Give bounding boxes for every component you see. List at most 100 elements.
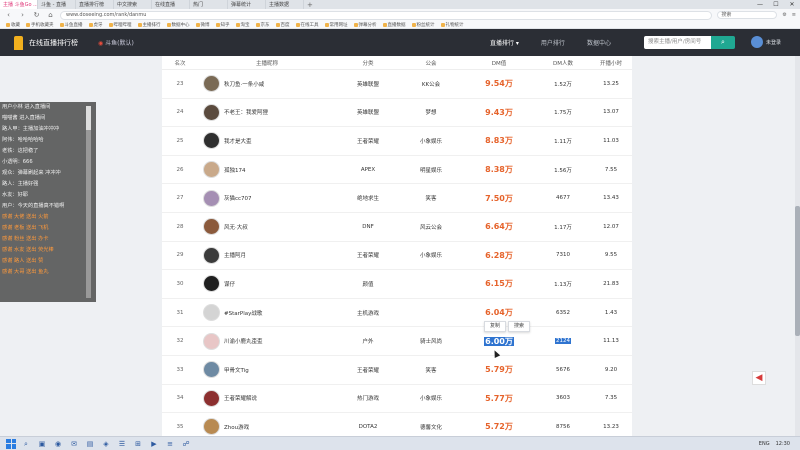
guild-cell[interactable]: 德馨文化 [400,423,462,431]
bookmark-item[interactable]: 虎牙 [88,22,103,28]
bookmark-item[interactable]: 粉丝统计 [411,22,435,28]
search-button[interactable]: ⌕ [711,36,735,49]
guild-cell[interactable]: 骑士风尚 [400,337,462,345]
anchor-cell[interactable]: 不老王：我爱阿狸 [198,103,336,121]
table-row[interactable]: 34 王者荣耀解说 热门游戏 小象娱乐 5.77万 3603 7.35 [162,385,632,414]
bookmark-item[interactable]: 手机收藏夹 [26,22,54,28]
table-row[interactable]: 29 主播阿月 王者荣耀 小象娱乐 6.28万 7310 9.55 [162,242,632,271]
location-selector[interactable]: ◉ 斗鱼(默认) [98,38,134,47]
anchor-name[interactable]: 川渝小鹿丸歪歪 [224,337,263,345]
guild-cell[interactable]: 风云公会 [400,223,462,231]
taskbar-app-icon[interactable]: ⌕ [20,438,32,450]
floating-app-icon[interactable]: ◀ [752,371,766,385]
bookmark-item[interactable]: 数据中心 [166,22,190,28]
guild-cell[interactable]: 笑客 [400,194,462,202]
bookmark-item[interactable]: 京东 [255,22,270,28]
site-title[interactable]: 在线直播排行榜 [29,38,78,48]
anchor-name[interactable]: 灰猫cc707 [224,194,252,202]
avatar[interactable] [203,132,220,150]
nav-live-rank[interactable]: 直播排行 ▾ [490,38,519,47]
anchor-cell[interactable]: #StarPlay战歌 [198,304,336,322]
browser-tab[interactable]: 在线直播 [152,0,190,9]
site-search-input[interactable]: 搜索主播/用户/房间号 [644,36,711,49]
avatar[interactable] [203,275,220,293]
anchor-cell[interactable]: 我才是大歪 [198,132,336,150]
header-dm-users[interactable]: DM人数 [536,59,590,67]
new-tab-button[interactable]: + [304,0,314,9]
taskbar-app-icon[interactable]: ▣ [36,438,48,450]
table-row[interactable]: 25 我才是大歪 王者荣耀 小象娱乐 8.83万 1.11万 11.03 [162,127,632,156]
close-button[interactable]: ✕ [784,0,800,9]
taskbar-app-icon[interactable]: ☰ [116,438,128,450]
avatar[interactable] [203,161,220,179]
category-cell[interactable]: DNF [336,224,400,230]
table-row[interactable]: 26 孤独174 APEX 明星娱乐 8.38万 1.56万 7.55 [162,156,632,185]
anchor-cell[interactable]: 王者荣耀解说 [198,389,336,407]
context-search[interactable]: 搜索 [508,321,531,332]
avatar[interactable] [203,103,220,121]
bookmark-item[interactable]: 弹幕分析 [353,22,377,28]
anchor-name[interactable]: 风无·大叔 [224,223,248,231]
category-cell[interactable]: 英雄联盟 [336,108,400,116]
taskbar-app-icon[interactable]: ☍ [180,438,192,450]
anchor-name[interactable]: 秋刀鱼·一条小咸 [224,80,264,88]
guild-cell[interactable]: 明星娱乐 [400,166,462,174]
avatar[interactable] [203,75,220,93]
nav-user-rank[interactable]: 用户排行 [541,38,565,47]
context-copy[interactable]: 复制 [484,321,507,332]
avatar[interactable] [203,332,220,350]
category-cell[interactable]: 王者荣耀 [336,137,400,145]
guild-cell[interactable]: KK公会 [400,80,462,88]
guild-cell[interactable]: 小象娱乐 [400,251,462,259]
table-row[interactable]: 33 甲骨文Tig 王者荣耀 笑客 5.79万 5676 9.20 [162,356,632,385]
anchor-name[interactable]: 我才是大歪 [224,137,252,145]
browser-tab[interactable]: 直播排行榜 [76,0,114,9]
anchor-name[interactable]: #StarPlay战歌 [224,309,262,317]
browser-tab[interactable]: 热门 [190,0,228,9]
bookmark-item[interactable]: 微博 [195,22,210,28]
table-row[interactable]: 31 #StarPlay战歌 主机游戏 6.04万 6352 1.43 [162,299,632,328]
category-cell[interactable]: 户外 [336,337,400,345]
anchor-cell[interactable]: 灰猫cc707 [198,189,336,207]
category-cell[interactable]: 颜值 [336,280,400,288]
avatar[interactable] [203,218,220,236]
anchor-cell[interactable]: 孤独174 [198,161,336,179]
anchor-cell[interactable]: 主播阿月 [198,246,336,264]
chat-scrollbar[interactable] [86,106,91,298]
browser-tab[interactable]: 主播 斗鱼Go ... [0,0,38,9]
bookmark-item[interactable]: 哔哩哔哩 [108,22,132,28]
minimize-button[interactable]: — [752,0,768,9]
taskbar-app-icon[interactable]: ⊞ [132,438,144,450]
anchor-name[interactable]: 王者荣耀解说 [224,394,257,402]
anchor-name[interactable]: Zhou游戏 [224,423,249,431]
anchor-cell[interactable]: 风无·大叔 [198,218,336,236]
avatar[interactable] [203,304,220,322]
home-icon[interactable]: ⌂ [46,11,55,19]
category-cell[interactable]: 英雄联盟 [336,80,400,88]
anchor-name[interactable]: 主播阿月 [224,251,246,259]
bookmark-item[interactable]: 在线工具 [295,22,319,28]
table-row[interactable]: 28 风无·大叔 DNF 风云公会 6.64万 1.17万 12.07 [162,213,632,242]
header-dm[interactable]: DM值 [462,59,536,67]
anchor-name[interactable]: 不老王：我爱阿狸 [224,108,268,116]
page-scroll-thumb[interactable] [795,206,800,336]
refresh-icon[interactable]: ↻ [32,11,41,19]
taskbar-app-icon[interactable]: ✉ [68,438,80,450]
anchor-cell[interactable]: 秋刀鱼·一条小咸 [198,75,336,93]
bookmark-item[interactable]: 百度 [275,22,290,28]
bookmark-item[interactable]: 礼物统计 [440,22,464,28]
category-cell[interactable]: 王者荣耀 [336,366,400,374]
browser-tab[interactable]: 斗鱼 - 直播 [38,0,76,9]
guild-cell[interactable]: 笑客 [400,366,462,374]
browser-tab[interactable]: 中文搜索 [114,0,152,9]
anchor-name[interactable]: 孤独174 [224,166,246,174]
category-cell[interactable]: 绝地求生 [336,194,400,202]
anchor-cell[interactable]: 谋仔 [198,275,336,293]
guild-cell[interactable]: 小象娱乐 [400,394,462,402]
anchor-cell[interactable]: Zhou游戏 [198,418,336,436]
nav-data-center[interactable]: 数据中心 [587,38,611,47]
bookmark-item[interactable]: 淘宝 [235,22,250,28]
avatar[interactable] [203,189,220,207]
menu-icon[interactable]: ≡ [792,12,796,18]
user-menu[interactable]: 未登录 [751,36,781,48]
